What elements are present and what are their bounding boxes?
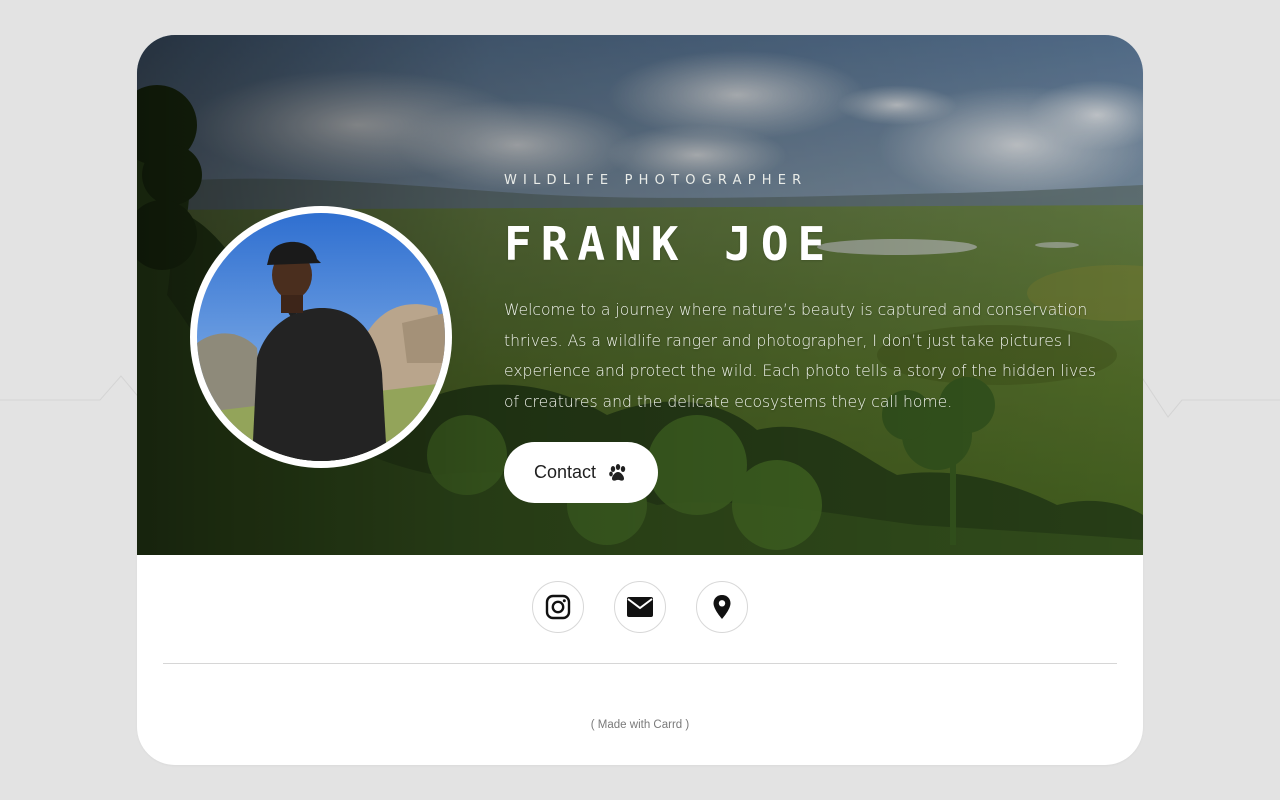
social-links xyxy=(532,581,748,633)
email-link[interactable] xyxy=(614,581,666,633)
location-link[interactable] xyxy=(696,581,748,633)
profile-name: FRANK JOE xyxy=(504,217,835,271)
instagram-icon xyxy=(545,594,571,620)
instagram-link[interactable] xyxy=(532,581,584,633)
contact-button-label: Contact xyxy=(533,462,597,482)
profile-bio: Welcome to a journey where nature’s beau… xyxy=(504,301,1097,411)
profile-avatar xyxy=(190,206,452,468)
envelope-icon xyxy=(627,597,653,617)
paw-icon xyxy=(609,463,626,481)
profile-card: WILDLIFE PHOTOGRAPHER FRANK JOE Welcome … xyxy=(137,35,1143,765)
made-with-carrd-link[interactable]: ( Made with Carrd ) xyxy=(137,719,1143,731)
profile-subtitle: WILDLIFE PHOTOGRAPHER xyxy=(504,173,808,188)
map-pin-icon xyxy=(713,595,731,619)
footer-divider xyxy=(163,663,1117,664)
hero-banner: WILDLIFE PHOTOGRAPHER FRANK JOE Welcome … xyxy=(137,35,1143,555)
profile-photo xyxy=(197,213,445,461)
contact-button[interactable]: Contact xyxy=(504,442,658,503)
